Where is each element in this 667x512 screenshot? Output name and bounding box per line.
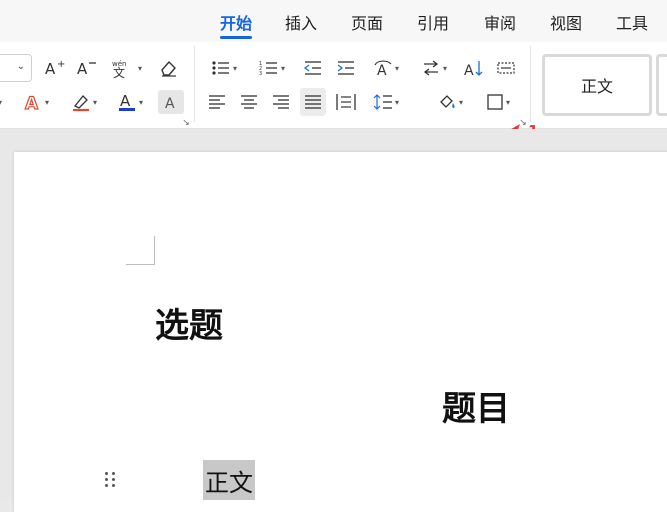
heading-2-text[interactable]: 题目: [442, 381, 510, 430]
tab-tools[interactable]: 工具: [616, 10, 648, 34]
grow-font-icon[interactable]: A +: [42, 56, 68, 80]
rtl-icon[interactable]: ▾: [416, 56, 452, 80]
shrink-font-icon[interactable]: A: [74, 56, 100, 80]
font-color-icon[interactable]: A ▾: [110, 90, 150, 114]
svg-text:A: A: [165, 96, 175, 111]
chevron-down-icon: ▾: [232, 63, 237, 73]
svg-text:A: A: [464, 63, 474, 77]
borders-icon[interactable]: ▾: [480, 90, 516, 114]
style-gallery-item-normal[interactable]: 正文: [542, 54, 652, 116]
tab-references[interactable]: 引用: [417, 10, 449, 34]
chevron-down-icon: ▾: [92, 97, 97, 107]
font-size-dropdown[interactable]: ⌄: [0, 54, 32, 82]
style-gallery-next-item[interactable]: [656, 54, 667, 116]
text-effect-icon[interactable]: A ▾: [16, 90, 56, 114]
svg-text:A: A: [25, 94, 39, 112]
chevron-down-icon: ▾: [458, 97, 463, 107]
svg-text:A: A: [120, 92, 131, 110]
ribbon-toolbar: ⌄ A+ A wén文 ▾ ▾ A ▾ ▾ A ▾ A ↘ ▾ 123 ▾: [0, 42, 667, 129]
tab-page[interactable]: 页面: [351, 10, 383, 34]
ribbon-tab-bar: 开始 插入 页面 引用 审阅 视图 工具: [0, 0, 667, 42]
bullets-icon[interactable]: ▾: [206, 56, 242, 80]
group-divider: [194, 46, 195, 122]
tab-view[interactable]: 视图: [550, 10, 582, 34]
group-divider: [530, 46, 531, 122]
text-direction-icon[interactable]: A ▾: [368, 56, 404, 80]
active-tab-indicator: [220, 36, 252, 39]
chevron-down-icon: ⌄: [16, 61, 25, 72]
tab-home[interactable]: 开始: [220, 10, 252, 34]
distribute-icon[interactable]: [493, 56, 519, 80]
align-right-icon[interactable]: [268, 90, 294, 114]
chevron-down-icon: ▾: [505, 97, 510, 107]
phonetic-guide-icon[interactable]: wén 文 ▾: [106, 56, 146, 80]
line-spacing-icon[interactable]: ▾: [368, 90, 404, 114]
body-text-selected[interactable]: 正文: [203, 460, 255, 500]
align-left-icon[interactable]: [204, 90, 230, 114]
distributed-align-icon[interactable]: [333, 90, 359, 114]
character-shading-icon[interactable]: A: [158, 90, 184, 114]
chevron-down-icon: ▾: [394, 63, 399, 73]
clear-formatting-icon[interactable]: [155, 56, 181, 80]
chevron-down-icon: ▾: [280, 63, 285, 73]
svg-text:A: A: [77, 60, 88, 78]
chevron-down-icon: ▾: [137, 63, 142, 73]
numbering-icon[interactable]: 123 ▾: [254, 56, 290, 80]
underline-partial-icon[interactable]: ▾: [0, 90, 6, 114]
sort-icon[interactable]: A: [461, 56, 487, 80]
decrease-indent-icon[interactable]: [300, 56, 326, 80]
font-dialog-launcher-icon[interactable]: ↘: [181, 118, 191, 128]
chevron-down-icon: ▾: [138, 97, 143, 107]
svg-text:文: 文: [113, 65, 125, 78]
justify-icon[interactable]: [300, 88, 326, 116]
chevron-down-icon: ▾: [44, 97, 49, 107]
align-center-icon[interactable]: [236, 90, 262, 114]
chevron-down-icon: ▾: [0, 98, 2, 107]
svg-text:A: A: [377, 63, 387, 77]
document-page[interactable]: [14, 152, 667, 512]
svg-text:3: 3: [259, 71, 262, 77]
svg-text:A: A: [45, 60, 56, 78]
tab-review[interactable]: 审阅: [484, 10, 516, 34]
paragraph-drag-handle-icon[interactable]: [104, 471, 118, 489]
tab-insert[interactable]: 插入: [285, 10, 317, 34]
heading-1-text[interactable]: 选题: [155, 298, 223, 347]
increase-indent-icon[interactable]: [333, 56, 359, 80]
svg-text:+: +: [57, 59, 65, 70]
chevron-down-icon: ▾: [442, 63, 447, 73]
style-gallery-label: 正文: [580, 77, 613, 96]
shading-icon[interactable]: ▾: [432, 90, 468, 114]
highlight-icon[interactable]: ▾: [64, 90, 104, 114]
margin-corner-mark: [126, 236, 155, 265]
chevron-down-icon: ▾: [394, 97, 399, 107]
